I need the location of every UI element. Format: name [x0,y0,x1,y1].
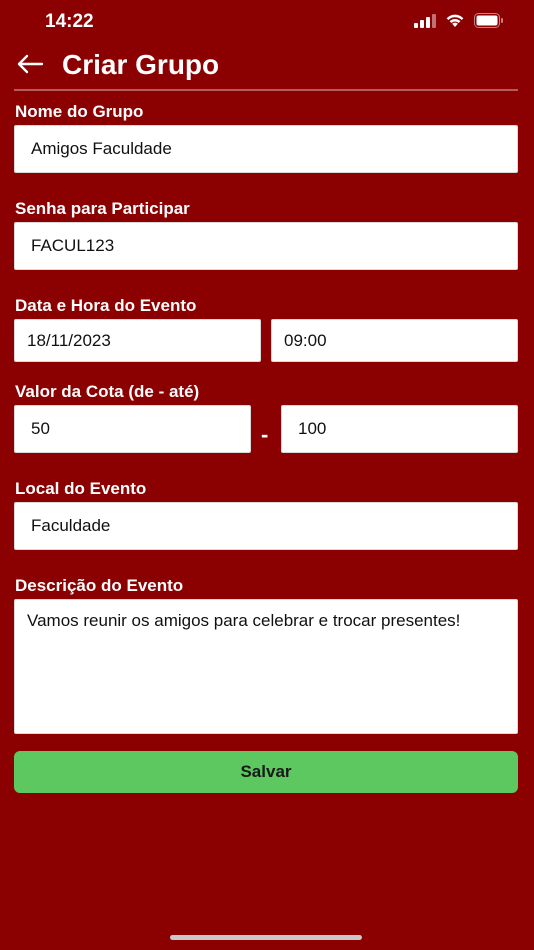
event-time-input[interactable]: 09:00 [271,319,518,362]
password-input[interactable]: FACUL123 [14,222,518,270]
status-bar: 14:22 [0,0,534,44]
description-label: Descrição do Evento [15,576,184,595]
group-name-label: Nome do Grupo [15,102,144,121]
group-name-input[interactable]: Amigos Faculdade [14,125,518,173]
wifi-icon [445,13,465,28]
quota-min-input[interactable]: 50 [14,405,251,453]
password-label: Senha para Participar [15,199,190,218]
battery-icon [474,13,504,28]
event-datetime-label: Data e Hora do Evento [15,296,197,315]
header: Criar Grupo [0,44,534,90]
status-time: 14:22 [45,11,94,32]
header-divider [14,89,518,91]
description-textarea[interactable]: Vamos reunir os amigos para celebrar e t… [14,599,518,734]
quota-label: Valor da Cota (de - até) [15,382,200,401]
page-title: Criar Grupo [62,49,220,80]
save-button[interactable]: Salvar [14,751,518,793]
arrow-left-icon [16,54,44,79]
home-indicator [170,935,362,940]
status-icons [414,13,504,28]
cellular-signal-icon [414,13,436,28]
event-date-input[interactable]: 18/11/2023 [14,319,261,362]
quota-separator: - [261,422,269,447]
back-button[interactable] [14,52,46,80]
location-input[interactable]: Faculdade [14,502,518,550]
quota-max-input[interactable]: 100 [281,405,518,453]
location-label: Local do Evento [15,479,147,498]
